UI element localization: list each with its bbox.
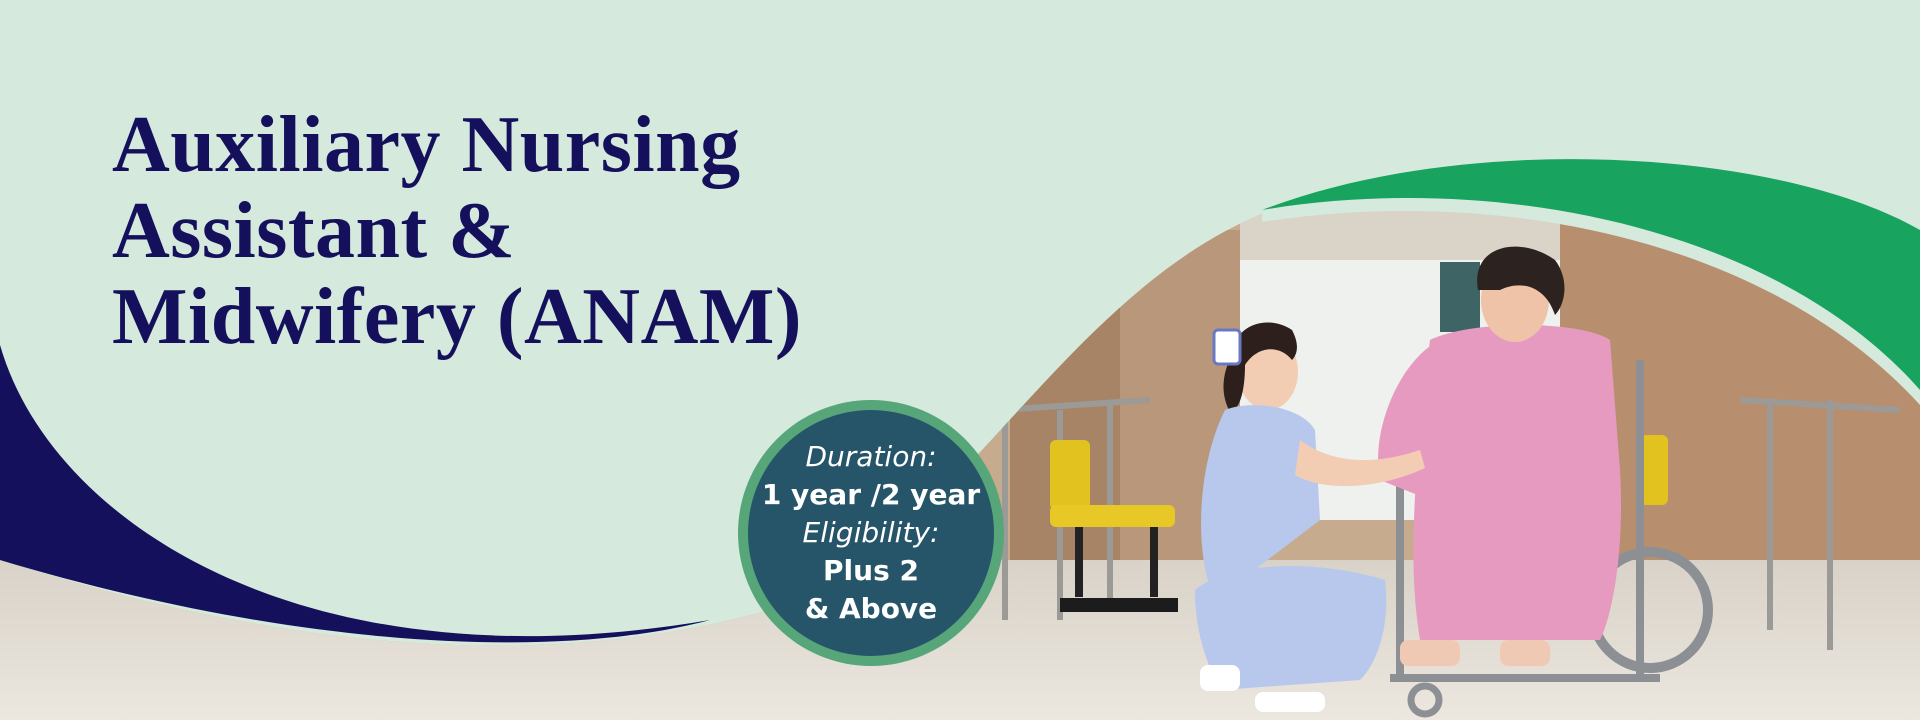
course-info-badge: Duration: 1 year /2 year Eligibility: Pl… bbox=[738, 400, 1004, 666]
duration-value: 1 year /2 year bbox=[761, 478, 981, 511]
title-line-2: Assistant & bbox=[112, 187, 516, 275]
course-banner: Auxiliary Nursing Assistant & Midwifery … bbox=[0, 0, 1920, 720]
eligibility-value-line-2: & Above bbox=[804, 592, 938, 625]
eligibility-value-line-1: Plus 2 bbox=[823, 554, 919, 587]
duration-label: Duration: bbox=[805, 440, 937, 473]
course-title: Auxiliary Nursing Assistant & Midwifery … bbox=[112, 102, 802, 360]
eligibility-label: Eligibility: bbox=[802, 516, 940, 549]
course-info-badge-body: Duration: 1 year /2 year Eligibility: Pl… bbox=[748, 410, 994, 656]
title-line-1: Auxiliary Nursing bbox=[112, 101, 741, 189]
title-line-3: Midwifery (ANAM) bbox=[112, 273, 802, 361]
